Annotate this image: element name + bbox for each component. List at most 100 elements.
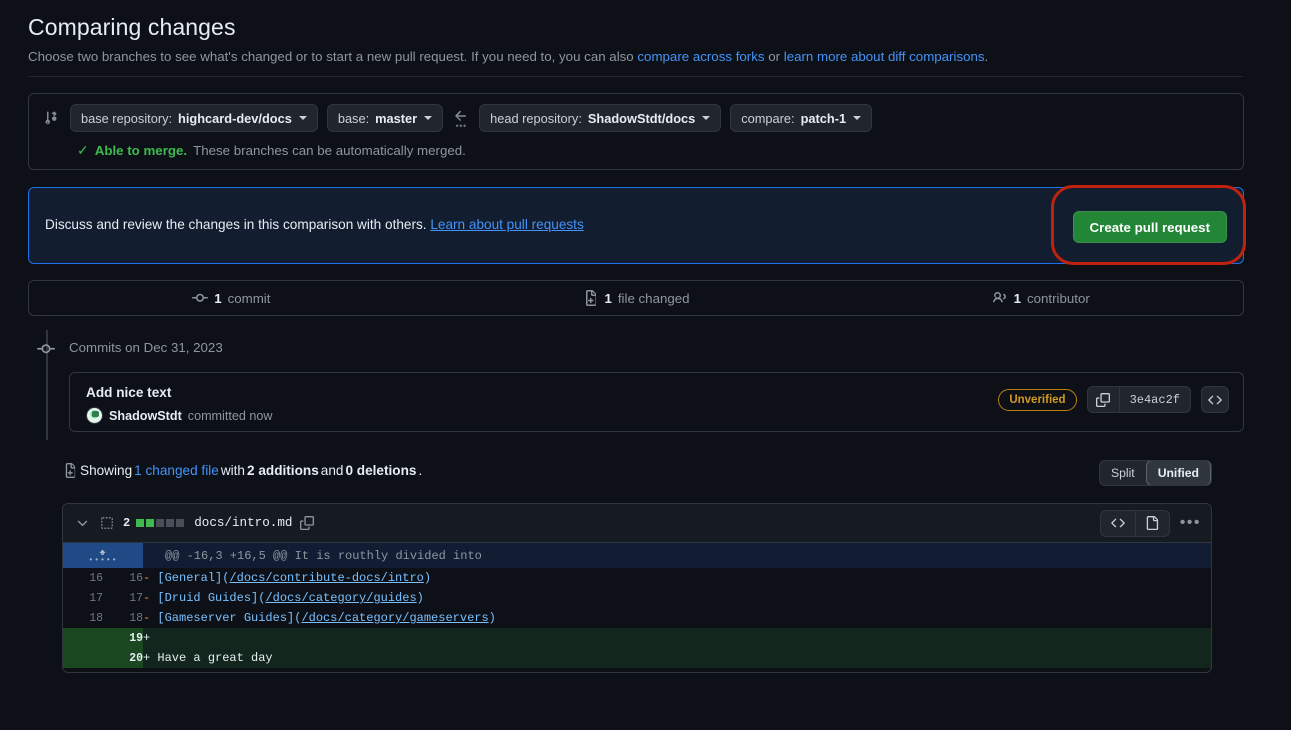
- commit-meta: ShadowStdt committed now: [86, 407, 272, 424]
- diff-row: 16 16 - [General](/docs/contribute-docs/…: [63, 568, 1211, 588]
- compare-branch-select[interactable]: compare: patch-1: [730, 104, 872, 132]
- head-repository-label: head repository:: [490, 111, 582, 126]
- stat-commits-label: commit: [228, 291, 271, 306]
- file-diff-icon: [62, 463, 77, 478]
- copy-icon[interactable]: [300, 516, 314, 530]
- stat-commits-count: 1: [214, 291, 221, 306]
- stat-commits[interactable]: 1 commit: [29, 290, 434, 306]
- link-text: [General]: [157, 571, 222, 585]
- diff-view-toggle: Split Unified: [1099, 460, 1212, 486]
- link-url[interactable]: /docs/category/gameservers: [301, 611, 488, 625]
- chevron-down-icon: [853, 116, 861, 120]
- tab-split-view[interactable]: Split: [1100, 461, 1146, 485]
- additions-count: 2 additions: [247, 463, 319, 478]
- commit-row: Add nice text ShadowStdt committed now U…: [69, 372, 1244, 432]
- compare-branch-value: patch-1: [801, 111, 847, 126]
- file-diff-header: 2 docs/intro.md •••: [63, 504, 1211, 543]
- diff-line-content: + Have a great day: [143, 648, 1211, 668]
- status-badge[interactable]: Unverified: [998, 389, 1076, 411]
- avatar: [86, 407, 103, 424]
- link-text: [Gameserver Guides]: [157, 611, 294, 625]
- expand-up-icon[interactable]: •••••: [63, 543, 143, 568]
- diff-row-added: 19 +: [63, 628, 1211, 648]
- code-icon[interactable]: [1201, 386, 1229, 413]
- compare-branch-label: compare:: [741, 111, 794, 126]
- old-line-number: [63, 628, 103, 648]
- base-branch-select[interactable]: base: master: [327, 104, 443, 132]
- file-view-toggle-group: [1100, 510, 1170, 537]
- stat-files-label: file changed: [618, 291, 690, 306]
- diff-line-content: +: [143, 628, 1211, 648]
- base-branch-label: base:: [338, 111, 369, 126]
- base-repository-value: highcard-dev/docs: [178, 111, 292, 126]
- old-line-number: 18: [63, 608, 103, 628]
- pull-request-banner: Discuss and review the changes in this c…: [28, 187, 1244, 264]
- diff-row: 17 17 - [Druid Guides](/docs/category/gu…: [63, 588, 1211, 608]
- compare-icon: [43, 110, 59, 126]
- banner-description: Discuss and review the changes in this c…: [45, 217, 427, 232]
- merge-status: ✓ Able to merge. These branches can be a…: [77, 142, 466, 159]
- commit-icon: [192, 290, 208, 306]
- link-url[interactable]: /docs/category/guides: [265, 591, 416, 605]
- new-line-number: 17: [103, 588, 143, 608]
- new-line-number: 19: [103, 628, 143, 648]
- chevron-down-icon: [424, 116, 432, 120]
- new-line-number: 20: [103, 648, 143, 668]
- base-branch-value: master: [375, 111, 417, 126]
- branch-selector-row: base repository: highcard-dev/docs base:…: [43, 104, 872, 132]
- diff-row-added: 20 + Have a great day: [63, 648, 1211, 668]
- file-diff-icon: [582, 290, 598, 306]
- new-line-number: 18: [103, 608, 143, 628]
- old-line-number: 17: [63, 588, 103, 608]
- commit-timeline-icon: [37, 340, 55, 363]
- showing-and: and: [321, 463, 344, 478]
- chevron-down-icon[interactable]: [75, 516, 90, 531]
- compare-across-forks-link[interactable]: compare across forks: [637, 49, 764, 64]
- check-icon: ✓: [77, 142, 89, 159]
- old-line-number: 16: [63, 568, 103, 588]
- base-repository-select[interactable]: base repository: highcard-dev/docs: [70, 104, 318, 132]
- copy-icon[interactable]: [1088, 387, 1120, 412]
- changed-files-link[interactable]: 1 changed file: [134, 463, 219, 478]
- file-icon[interactable]: [1135, 511, 1169, 536]
- comparing-changes-page: Comparing changes Choose two branches to…: [0, 0, 1291, 730]
- arrow-dots: •••: [456, 124, 467, 129]
- stat-files-count: 1: [604, 291, 611, 306]
- commit-sha[interactable]: 3e4ac2f: [1120, 387, 1190, 412]
- tab-unified-view[interactable]: Unified: [1146, 460, 1211, 486]
- diff-stat-count: 2: [123, 516, 130, 530]
- diff-stat-blocks: [136, 519, 184, 527]
- markdown-bullet: -: [143, 611, 150, 625]
- link-text: [Druid Guides]: [157, 591, 258, 605]
- create-pull-request-button[interactable]: Create pull request: [1073, 211, 1227, 243]
- stat-contributors[interactable]: 1 contributor: [838, 290, 1243, 306]
- people-icon: [992, 290, 1008, 306]
- commits-date-heading: Commits on Dec 31, 2023: [69, 340, 223, 355]
- commit-author[interactable]: ShadowStdt: [109, 409, 182, 423]
- new-line-number: 16: [103, 568, 143, 588]
- diff-line-content: - [Druid Guides](/docs/category/guides): [143, 588, 1211, 608]
- deletions-count: 0 deletions: [345, 463, 416, 478]
- showing-summary: Showing 1 changed file with 2 additions …: [62, 463, 422, 478]
- head-repository-select[interactable]: head repository: ShadowStdt/docs: [479, 104, 721, 132]
- page-subtitle: Choose two branches to see what's change…: [28, 48, 988, 66]
- comparison-stats-bar: 1 commit 1 file changed 1 contributor: [28, 280, 1244, 316]
- link-url[interactable]: /docs/contribute-docs/intro: [229, 571, 423, 585]
- chevron-down-icon: [702, 116, 710, 120]
- diff-filename[interactable]: docs/intro.md: [194, 516, 292, 530]
- file-diff-actions: •••: [1100, 510, 1201, 537]
- move-icon[interactable]: [100, 516, 114, 530]
- showing-period: .: [418, 463, 422, 478]
- subtitle-text-after: .: [985, 49, 989, 64]
- markdown-bullet: -: [143, 571, 150, 585]
- showing-prefix: Showing: [80, 463, 132, 478]
- stat-contributors-label: contributor: [1027, 291, 1090, 306]
- kebab-icon[interactable]: •••: [1180, 519, 1201, 527]
- commit-message[interactable]: Add nice text: [86, 385, 171, 400]
- code-icon[interactable]: [1101, 511, 1135, 536]
- old-line-number: [63, 648, 103, 668]
- stat-files-changed[interactable]: 1 file changed: [434, 290, 839, 306]
- diff-row: 18 18 - [Gameserver Guides](/docs/catego…: [63, 608, 1211, 628]
- learn-about-pull-requests-link[interactable]: Learn about pull requests: [430, 217, 583, 232]
- diff-comparisons-link[interactable]: learn more about diff comparisons: [784, 49, 985, 64]
